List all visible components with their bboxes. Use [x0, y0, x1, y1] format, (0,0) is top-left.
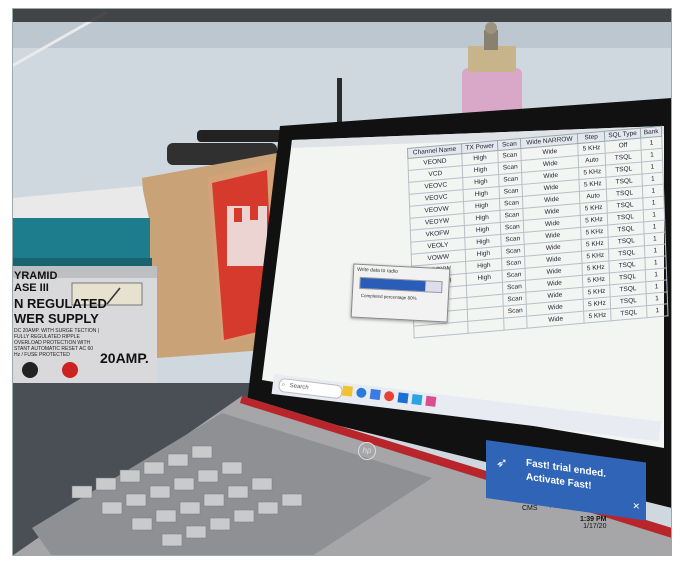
- clock[interactable]: 1:39 PM 1/17/20: [580, 516, 606, 530]
- spreadsheet: Channel Name TX Power Scan Wide NARROW Step S…: [407, 126, 669, 363]
- table-cell[interactable]: 5 KHz: [584, 308, 611, 324]
- progress-fill: [360, 277, 426, 292]
- power-supply-model: ASE III: [14, 282, 49, 294]
- chrome-icon[interactable]: [383, 390, 395, 402]
- power-supply-rating: 20AMP.: [100, 350, 149, 366]
- write-dialog: Write data to radio Completed percentage…: [350, 263, 451, 323]
- power-supply-brand: YRAMID: [14, 270, 58, 282]
- rocket-icon: ➶: [496, 453, 508, 472]
- lang-secondary: CMS: [522, 505, 538, 512]
- mail-icon[interactable]: [397, 392, 409, 404]
- edge-icon[interactable]: [355, 387, 367, 399]
- power-supply-label: YRAMID ASE III N REGULATED WER SUPPLY DC…: [14, 270, 154, 366]
- power-supply-fine-print: DC 20AMP. WITH SURGE TECTION | FULLY REG…: [14, 328, 100, 358]
- file-explorer-icon[interactable]: [341, 385, 354, 397]
- clock-date: 1/17/20: [583, 523, 607, 530]
- app-icon[interactable]: [425, 395, 437, 407]
- clock-time: 1:39 PM: [580, 516, 607, 523]
- table-cell[interactable]: 1: [646, 303, 668, 318]
- store-icon[interactable]: [369, 388, 381, 401]
- close-icon[interactable]: ✕: [632, 501, 640, 513]
- search-label: Search: [289, 383, 309, 392]
- power-supply-line2: WER SUPPLY: [14, 311, 99, 326]
- table-cell[interactable]: [467, 318, 505, 334]
- power-supply-line1: N REGULATED: [14, 296, 107, 311]
- hp-logo: hp: [358, 442, 376, 460]
- photos-icon[interactable]: [411, 394, 423, 406]
- photo: YRAMID ASE III N REGULATED WER SUPPLY DC…: [12, 8, 672, 556]
- search-icon: ⌕: [281, 382, 286, 389]
- table-cell[interactable]: TSQL: [610, 305, 648, 321]
- table-cell[interactable]: [504, 316, 528, 331]
